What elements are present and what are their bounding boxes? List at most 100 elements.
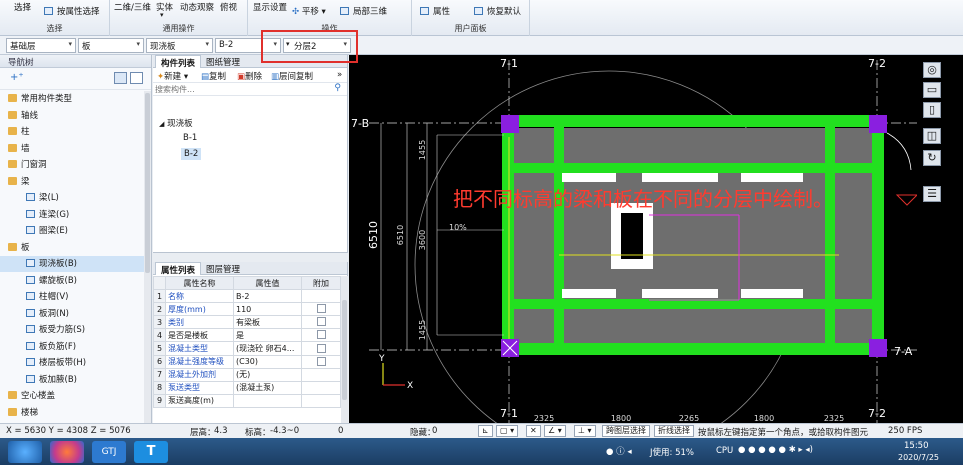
- entity-button[interactable]: 实体: [156, 1, 173, 13]
- snap-mode-icon[interactable]: ⊥ ▾: [574, 425, 596, 437]
- component-search-input[interactable]: [155, 83, 331, 95]
- tree-item-b2[interactable]: B-2: [181, 148, 202, 160]
- category-select[interactable]: 板 ▾: [78, 38, 144, 53]
- top-view-icon[interactable]: ▭: [923, 82, 941, 98]
- attributes-panel-button[interactable]: 属性: [420, 5, 450, 17]
- copy-component-button[interactable]: ▤复制: [201, 70, 226, 82]
- orthogonal-toggle-icon[interactable]: ⊾: [478, 425, 493, 437]
- property-value[interactable]: B-2: [233, 289, 302, 304]
- tray-status-icons[interactable]: ● ● ● ● ● ✱ ▸ ◂): [738, 445, 813, 455]
- nav-item[interactable]: 轴线: [0, 108, 145, 124]
- property-value[interactable]: 有梁板: [233, 315, 302, 330]
- nav-item[interactable]: 连梁(G): [0, 207, 145, 223]
- nav-item[interactable]: 墙: [0, 141, 145, 157]
- taskbar-app-gtj[interactable]: GTJ: [92, 441, 126, 463]
- property-row[interactable]: 6 混凝土强度等级 (C30): [153, 354, 341, 369]
- select-button[interactable]: 选择: [14, 1, 31, 13]
- drawing-canvas[interactable]: 7-1 7-2 7-B 7-A 7-1 7-2 6510 6510 1455 3…: [349, 55, 917, 423]
- start-button-icon[interactable]: [8, 441, 42, 463]
- nav-item[interactable]: 柱: [0, 124, 145, 140]
- nav-item[interactable]: 柱帽(V): [0, 289, 145, 305]
- floor-copy-button[interactable]: ▥层间复制: [271, 70, 313, 82]
- pan-button[interactable]: ✣ 平移 ▾: [292, 5, 326, 17]
- extra-checkbox[interactable]: [316, 304, 326, 314]
- nav-item[interactable]: 板负筋(F): [0, 339, 145, 355]
- delete-component-button[interactable]: ▣删除: [237, 70, 262, 82]
- nav-item[interactable]: 现浇板(B): [0, 256, 145, 272]
- layers-icon[interactable]: ☰: [923, 186, 941, 202]
- orbit-icon[interactable]: ◎: [923, 62, 941, 78]
- tab-component-list[interactable]: 构件列表: [155, 55, 202, 69]
- property-value[interactable]: [233, 393, 302, 408]
- property-row[interactable]: 2 厚度(mm) 110: [153, 302, 341, 317]
- nav-item[interactable]: 常用构件类型: [0, 91, 145, 107]
- floor-select[interactable]: 基础层 ▾: [6, 38, 76, 53]
- cross-select-icon[interactable]: ✕: [526, 425, 541, 437]
- chevron-down-icon[interactable]: ▾: [160, 11, 164, 19]
- restore-default-button[interactable]: 恢复默认: [474, 5, 521, 17]
- nav-item[interactable]: 梁: [0, 174, 145, 190]
- property-row[interactable]: 7 混凝土外加剂 (无): [153, 367, 341, 382]
- select-box-icon[interactable]: ▢ ▾: [496, 425, 519, 437]
- nav-item[interactable]: 空心楼盖: [0, 388, 145, 404]
- tree-root-slab[interactable]: ◢ 现浇板: [159, 117, 193, 129]
- rotate-icon[interactable]: ↻: [923, 150, 941, 166]
- browser-icon[interactable]: [50, 441, 84, 463]
- property-value[interactable]: (现浇砼 卵石4...: [233, 341, 302, 356]
- cross-layer-select-button[interactable]: 跨图层选择: [602, 425, 650, 437]
- tab-layer-management[interactable]: 图层管理: [201, 262, 245, 275]
- property-value[interactable]: 110: [233, 302, 302, 317]
- nav-scroll-thumb[interactable]: [145, 93, 150, 273]
- grid-view-icon[interactable]: [130, 72, 143, 84]
- search-icon[interactable]: ⚲: [334, 83, 341, 93]
- property-scroll-thumb[interactable]: [342, 300, 347, 400]
- ortho-view-button[interactable]: 俯视: [220, 1, 237, 13]
- property-value[interactable]: (无): [233, 367, 302, 382]
- local-3d-button[interactable]: 局部三维: [340, 5, 387, 17]
- property-row[interactable]: 3 类别 有梁板: [153, 315, 341, 330]
- property-row[interactable]: 9 泵送高度(m): [153, 393, 341, 408]
- extra-checkbox[interactable]: [316, 356, 326, 366]
- nav-item[interactable]: 梁(L): [0, 190, 145, 206]
- view-2d3d-button[interactable]: 二维/三维: [114, 1, 151, 13]
- tab-drawing-management[interactable]: 图纸管理: [201, 55, 245, 68]
- attribute-select-button[interactable]: 按属性选择: [44, 5, 100, 17]
- property-value[interactable]: 是: [233, 328, 302, 343]
- property-row[interactable]: 8 泵送类型 (混凝土泵): [153, 380, 341, 395]
- property-row[interactable]: 5 混凝土类型 (现浇砼 卵石4...: [153, 341, 341, 356]
- more-icon[interactable]: »: [337, 70, 342, 80]
- pad: [741, 289, 803, 298]
- tray-icons[interactable]: ● ⓘ ◂: [606, 445, 632, 457]
- display-settings-button[interactable]: 显示设置: [253, 1, 287, 13]
- tree-item-b1[interactable]: B-1: [183, 133, 197, 143]
- dynamic-orbit-button[interactable]: 动态观察: [180, 1, 214, 13]
- nav-scrollbar[interactable]: [144, 91, 151, 423]
- nav-item[interactable]: 螺旋板(B): [0, 273, 145, 289]
- extra-checkbox[interactable]: [316, 343, 326, 353]
- add-icon[interactable]: +⁺: [10, 72, 24, 83]
- front-view-icon[interactable]: ▯: [923, 102, 941, 118]
- property-value[interactable]: (C30): [233, 354, 302, 369]
- type-select[interactable]: 现浇板 ▾: [146, 38, 213, 53]
- extra-checkbox[interactable]: [316, 317, 326, 327]
- nav-item[interactable]: 圈梁(E): [0, 223, 145, 239]
- list-view-icon[interactable]: [114, 72, 127, 84]
- polyline-select-button[interactable]: 折线选择: [654, 425, 694, 437]
- cube-view-icon[interactable]: ◫: [923, 128, 941, 144]
- taskbar-app-t-icon[interactable]: T: [134, 441, 168, 463]
- nav-item[interactable]: 板受力筋(S): [0, 322, 145, 338]
- property-scrollbar[interactable]: [341, 276, 348, 423]
- snap-angle-icon[interactable]: ∠ ▾: [544, 425, 566, 437]
- new-component-button[interactable]: ✦新建 ▾: [157, 70, 188, 82]
- nav-item[interactable]: 板加腋(B): [0, 372, 145, 388]
- nav-item[interactable]: 楼层板带(H): [0, 355, 145, 371]
- nav-item[interactable]: 门窗洞: [0, 157, 145, 173]
- tab-property-list[interactable]: 属性列表: [155, 262, 202, 276]
- nav-item[interactable]: 板: [0, 240, 145, 256]
- nav-item[interactable]: 楼梯: [0, 405, 145, 421]
- property-row[interactable]: 4 是否是楼板是: [153, 328, 341, 343]
- nav-item[interactable]: 板洞(N): [0, 306, 145, 322]
- property-row[interactable]: 1 名称 B-2: [153, 289, 341, 304]
- extra-checkbox[interactable]: [316, 330, 326, 340]
- property-value[interactable]: (混凝土泵): [233, 380, 302, 395]
